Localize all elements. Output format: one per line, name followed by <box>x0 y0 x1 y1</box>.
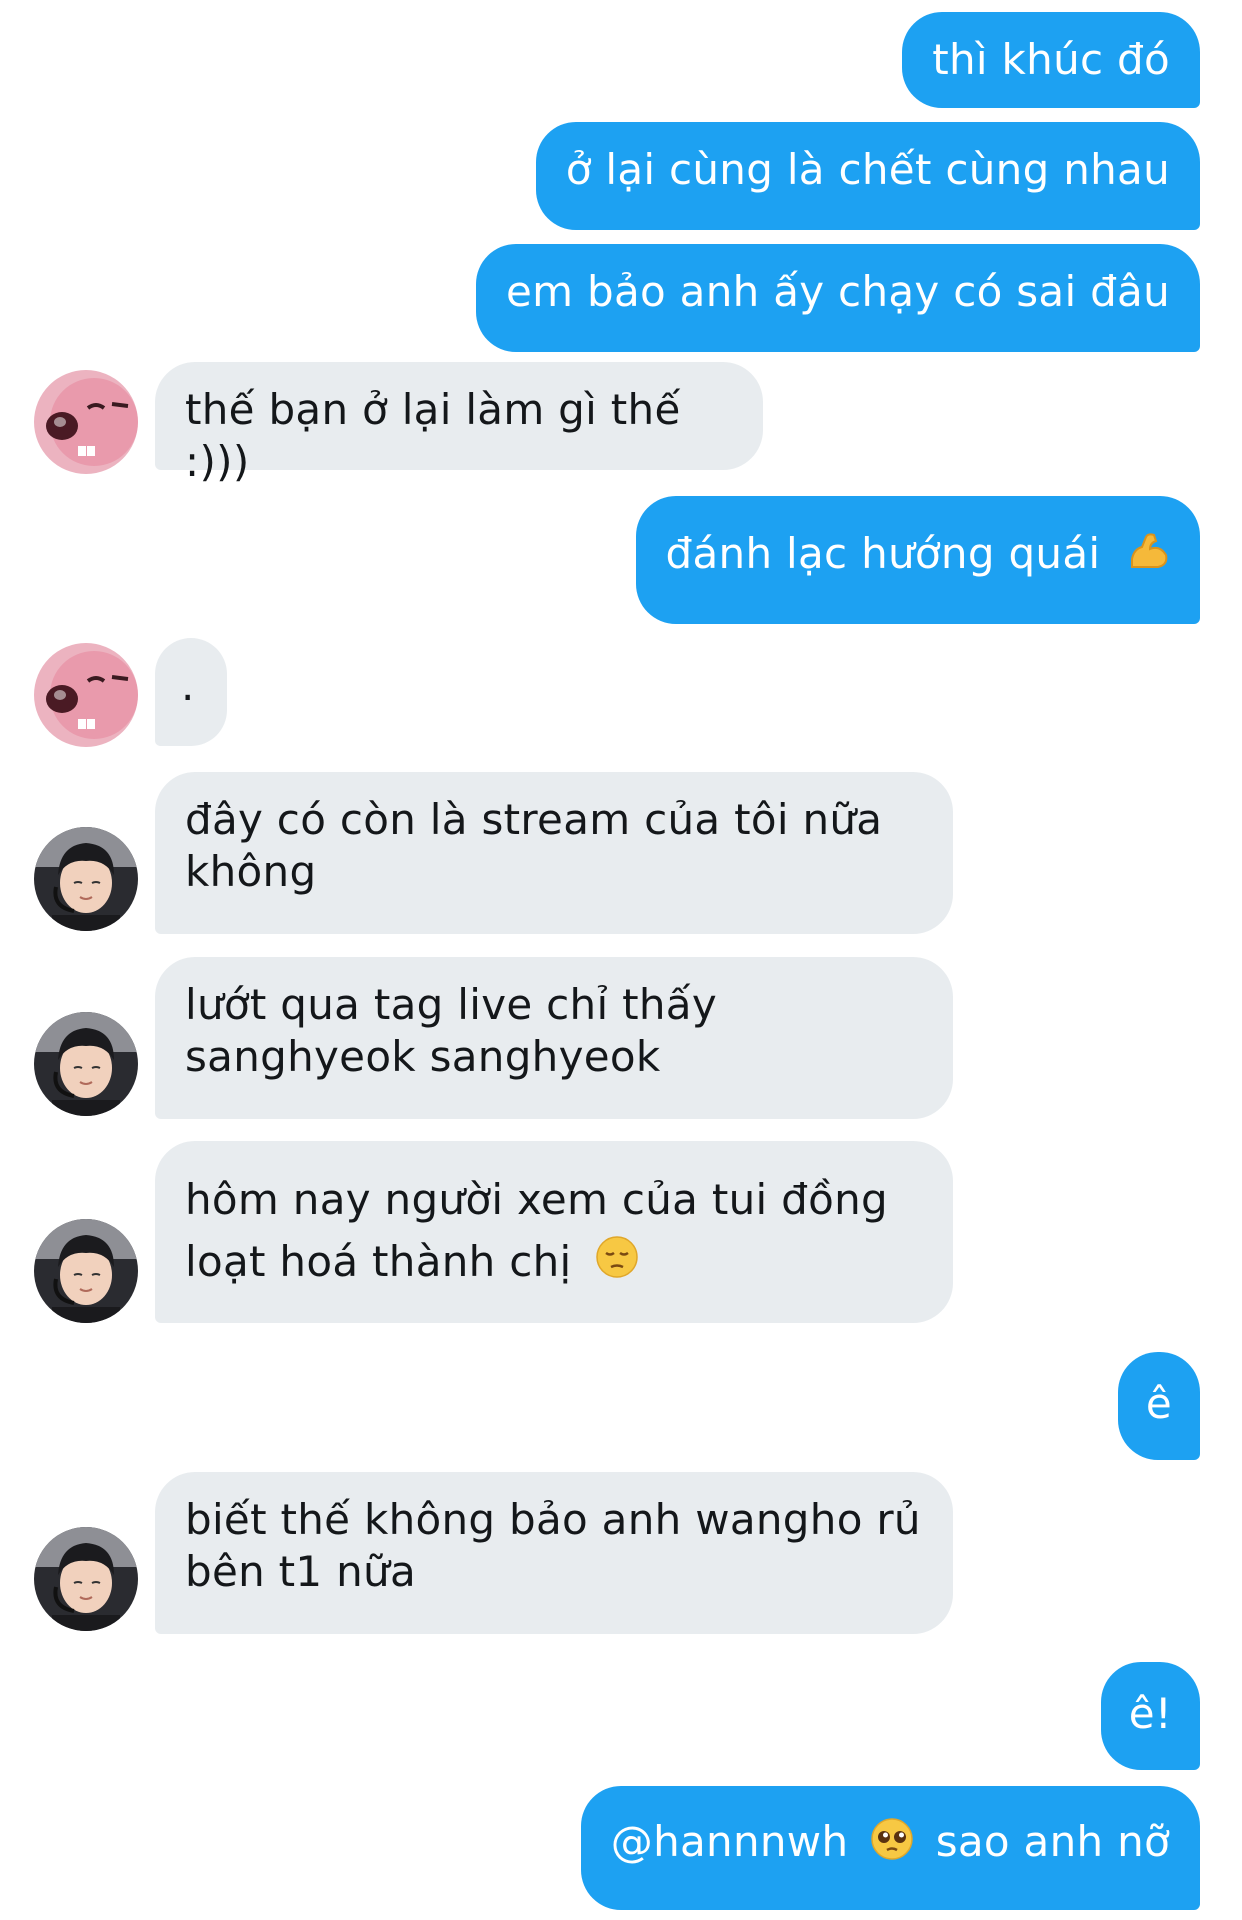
incoming-message[interactable]: biết thế không bảo anh wangho rủ bên t1 … <box>155 1472 953 1634</box>
mention-link[interactable]: @hannnwh <box>611 1817 849 1866</box>
message-text: thế bạn ở lại làm gì thế :))) <box>185 385 681 486</box>
message-text: sao anh nỡ <box>935 1817 1170 1866</box>
outgoing-message[interactable]: @hannnwh sao anh nỡ <box>580 1786 1200 1910</box>
outgoing-message[interactable]: ở lại cùng là chết cùng nhau <box>535 122 1200 230</box>
incoming-message[interactable]: thế bạn ở lại làm gì thế :))) <box>155 362 763 486</box>
incoming-message[interactable]: hôm nay người xem của tui đồng loạt hoá … <box>155 1141 953 1323</box>
message-text: thì khúc đó <box>932 35 1170 84</box>
incoming-message[interactable]: đây có còn là stream của tôi nữa không <box>155 772 953 934</box>
message-text: hôm nay người xem của tui đồng loạt hoá … <box>185 1175 888 1286</box>
pink-beaver-avatar[interactable] <box>34 370 138 474</box>
outgoing-message[interactable]: em bảo anh ấy chạy có sai đâu <box>476 244 1200 352</box>
pleading-face-icon <box>870 1817 914 1873</box>
message-text: ê! <box>1128 1689 1172 1738</box>
message-text: biết thế không bảo anh wangho rủ bên t1 … <box>185 1495 921 1596</box>
flexed-biceps-icon <box>1126 529 1170 585</box>
outgoing-message[interactable]: ê! <box>1100 1662 1200 1770</box>
message-text: em bảo anh ấy chạy có sai đâu <box>506 267 1170 316</box>
outgoing-message[interactable]: ê <box>1117 1352 1200 1460</box>
message-text: đánh lạc hướng quái <box>665 529 1101 578</box>
incoming-message[interactable]: . <box>155 638 227 746</box>
gamer-photo-avatar[interactable] <box>34 827 138 931</box>
outgoing-message[interactable]: đánh lạc hướng quái <box>635 496 1200 624</box>
gamer-photo-avatar[interactable] <box>34 1527 138 1631</box>
pink-beaver-avatar[interactable] <box>34 643 138 747</box>
message-text: . <box>181 661 195 710</box>
gamer-photo-avatar[interactable] <box>34 1219 138 1323</box>
pensive-face-icon <box>595 1234 639 1296</box>
outgoing-message[interactable]: thì khúc đó <box>902 12 1200 108</box>
message-text: đây có còn là stream của tôi nữa không <box>185 795 883 896</box>
message-text: ê <box>1145 1379 1172 1428</box>
gamer-photo-avatar[interactable] <box>34 1012 138 1116</box>
message-text: ở lại cùng là chết cùng nhau <box>565 145 1170 194</box>
message-text: lướt qua tag live chỉ thấy sanghyeok san… <box>185 980 717 1081</box>
incoming-message[interactable]: lướt qua tag live chỉ thấy sanghyeok san… <box>155 957 953 1119</box>
